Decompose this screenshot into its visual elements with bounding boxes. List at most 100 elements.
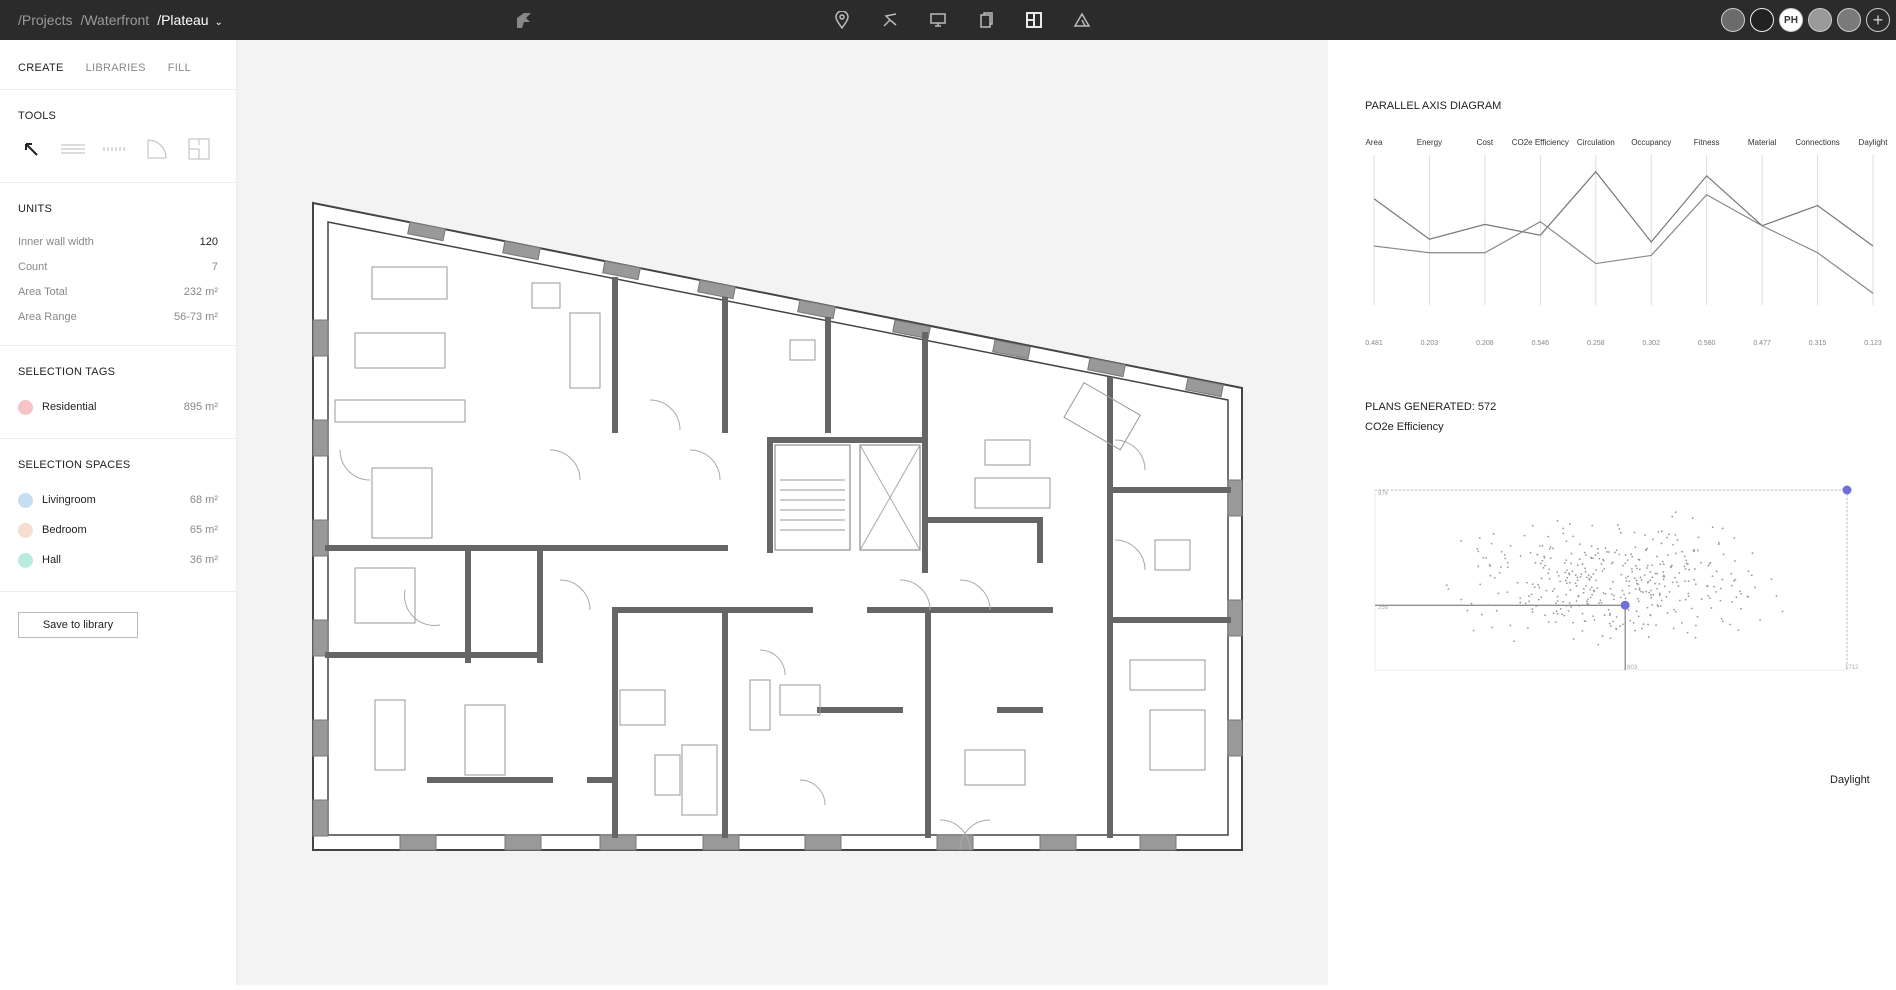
tab-create[interactable]: CREATE: [18, 62, 64, 89]
route-icon[interactable]: [878, 9, 902, 31]
collaborators: PH +: [1721, 8, 1890, 32]
plan-point: [1564, 571, 1567, 574]
plan-point: [1618, 528, 1621, 530]
plan-point: [1600, 563, 1603, 565]
plan-point: [1477, 550, 1480, 553]
plan-point: [1666, 554, 1669, 557]
plan-point: [1630, 567, 1633, 570]
avatar[interactable]: [1721, 8, 1745, 32]
breadcrumb-waterfront[interactable]: /Waterfront: [80, 12, 149, 28]
plan-point: [1544, 564, 1547, 567]
scatter-plot[interactable]: 976 356 803 1712: [1328, 450, 1896, 770]
avatar[interactable]: PH: [1779, 8, 1803, 32]
plan-point: [1670, 566, 1672, 569]
plan-point: [1656, 587, 1658, 590]
plan-point: [1526, 627, 1529, 630]
plan-point: [1493, 576, 1496, 579]
tab-libraries[interactable]: LIBRARIES: [86, 62, 146, 89]
plan-point: [1687, 595, 1690, 598]
plan-point: [1697, 536, 1700, 539]
plan-point: [1570, 606, 1573, 608]
breadcrumb-projects[interactable]: /Projects: [18, 12, 72, 28]
avatar[interactable]: [1750, 8, 1774, 32]
plan-point: [1591, 593, 1594, 596]
best-plan-point: [1842, 485, 1852, 495]
plan-point: [1715, 590, 1718, 593]
space-color-dot: [18, 552, 33, 568]
room-icon[interactable]: [186, 136, 212, 162]
tag-color-dot: [18, 399, 33, 415]
tag-item[interactable]: Residential 895 m²: [18, 392, 218, 422]
plan-point: [1488, 563, 1491, 566]
plan-point: [1622, 623, 1624, 626]
plan-point: [1499, 566, 1502, 568]
plan-point: [1759, 618, 1761, 621]
space-item[interactable]: Livingroom 68 m²: [18, 485, 218, 515]
wall-icon[interactable]: [60, 136, 86, 162]
plan-point: [1565, 593, 1568, 596]
plan-point: [1686, 631, 1689, 634]
plan-point: [1588, 577, 1591, 580]
plan-point: [1754, 586, 1756, 589]
plan-point: [1694, 636, 1697, 639]
parallel-axis-chart[interactable]: Area 0.481 Energy 0.203 Cost 0.208 CO2e Effici…: [1328, 110, 1896, 350]
avatar[interactable]: [1808, 8, 1832, 32]
plan-point: [1641, 627, 1643, 630]
triangle-icon[interactable]: [1070, 9, 1094, 31]
plot-area: [1374, 489, 1848, 671]
plan-point: [1591, 524, 1594, 527]
copy-icon[interactable]: [974, 9, 998, 31]
plan-point: [1490, 542, 1493, 545]
plan-point: [1554, 621, 1557, 624]
plan-point: [1642, 623, 1645, 626]
chevron-down-icon[interactable]: ⌄: [214, 17, 222, 28]
plan-point: [1623, 593, 1625, 596]
plan-point: [1555, 602, 1557, 605]
plan-point: [1621, 564, 1624, 567]
tab-fill[interactable]: FILL: [168, 62, 191, 89]
plan-point: [1751, 552, 1754, 555]
plan-point: [1740, 607, 1742, 610]
breadcrumb-current[interactable]: /Plateau ⌄: [157, 12, 223, 28]
plan-point: [1608, 614, 1611, 617]
dashed-wall-icon[interactable]: [102, 136, 128, 162]
location-pin-icon[interactable]: [830, 9, 854, 31]
floor-plan[interactable]: [237, 40, 1328, 985]
plan-point: [1674, 576, 1676, 579]
avatar[interactable]: [1837, 8, 1861, 32]
plan-canvas[interactable]: [237, 40, 1328, 985]
monitor-icon[interactable]: [926, 9, 950, 31]
add-collaborator-icon[interactable]: +: [1866, 8, 1890, 32]
space-item[interactable]: Bedroom 65 m²: [18, 515, 218, 545]
plan-point: [1615, 549, 1618, 552]
space-item[interactable]: Hall 36 m²: [18, 545, 218, 575]
plan-point: [1733, 560, 1736, 562]
plan-point: [1616, 524, 1619, 526]
plan-point: [1638, 587, 1641, 590]
plan-point: [1707, 594, 1710, 597]
door-icon[interactable]: [144, 136, 170, 162]
plan-point: [1651, 538, 1654, 541]
plan-point: [1677, 585, 1680, 587]
plan-point: [1489, 574, 1492, 577]
x-tick-label: 803: [1627, 665, 1638, 671]
plan-point: [1538, 586, 1541, 589]
plan-point: [1676, 539, 1679, 541]
plan-point: [1559, 607, 1562, 610]
plan-point: [1603, 614, 1606, 617]
plan-point: [1581, 612, 1584, 615]
save-to-library-button[interactable]: Save to library: [18, 612, 138, 638]
plan-point: [1609, 587, 1612, 590]
plan-point: [1466, 609, 1469, 612]
plan-point: [1460, 598, 1463, 601]
layout-icon[interactable]: [1022, 9, 1046, 31]
plan-point: [1656, 604, 1659, 606]
inner-wall-width-input[interactable]: 120: [200, 236, 218, 248]
plan-point: [1651, 576, 1654, 578]
plan-point: [1709, 597, 1711, 599]
plan-point: [1717, 543, 1720, 546]
axis-label: Cost: [1477, 138, 1494, 147]
plan-point: [1610, 562, 1613, 565]
arrow-icon[interactable]: [18, 136, 44, 162]
plan-point: [1718, 541, 1720, 544]
